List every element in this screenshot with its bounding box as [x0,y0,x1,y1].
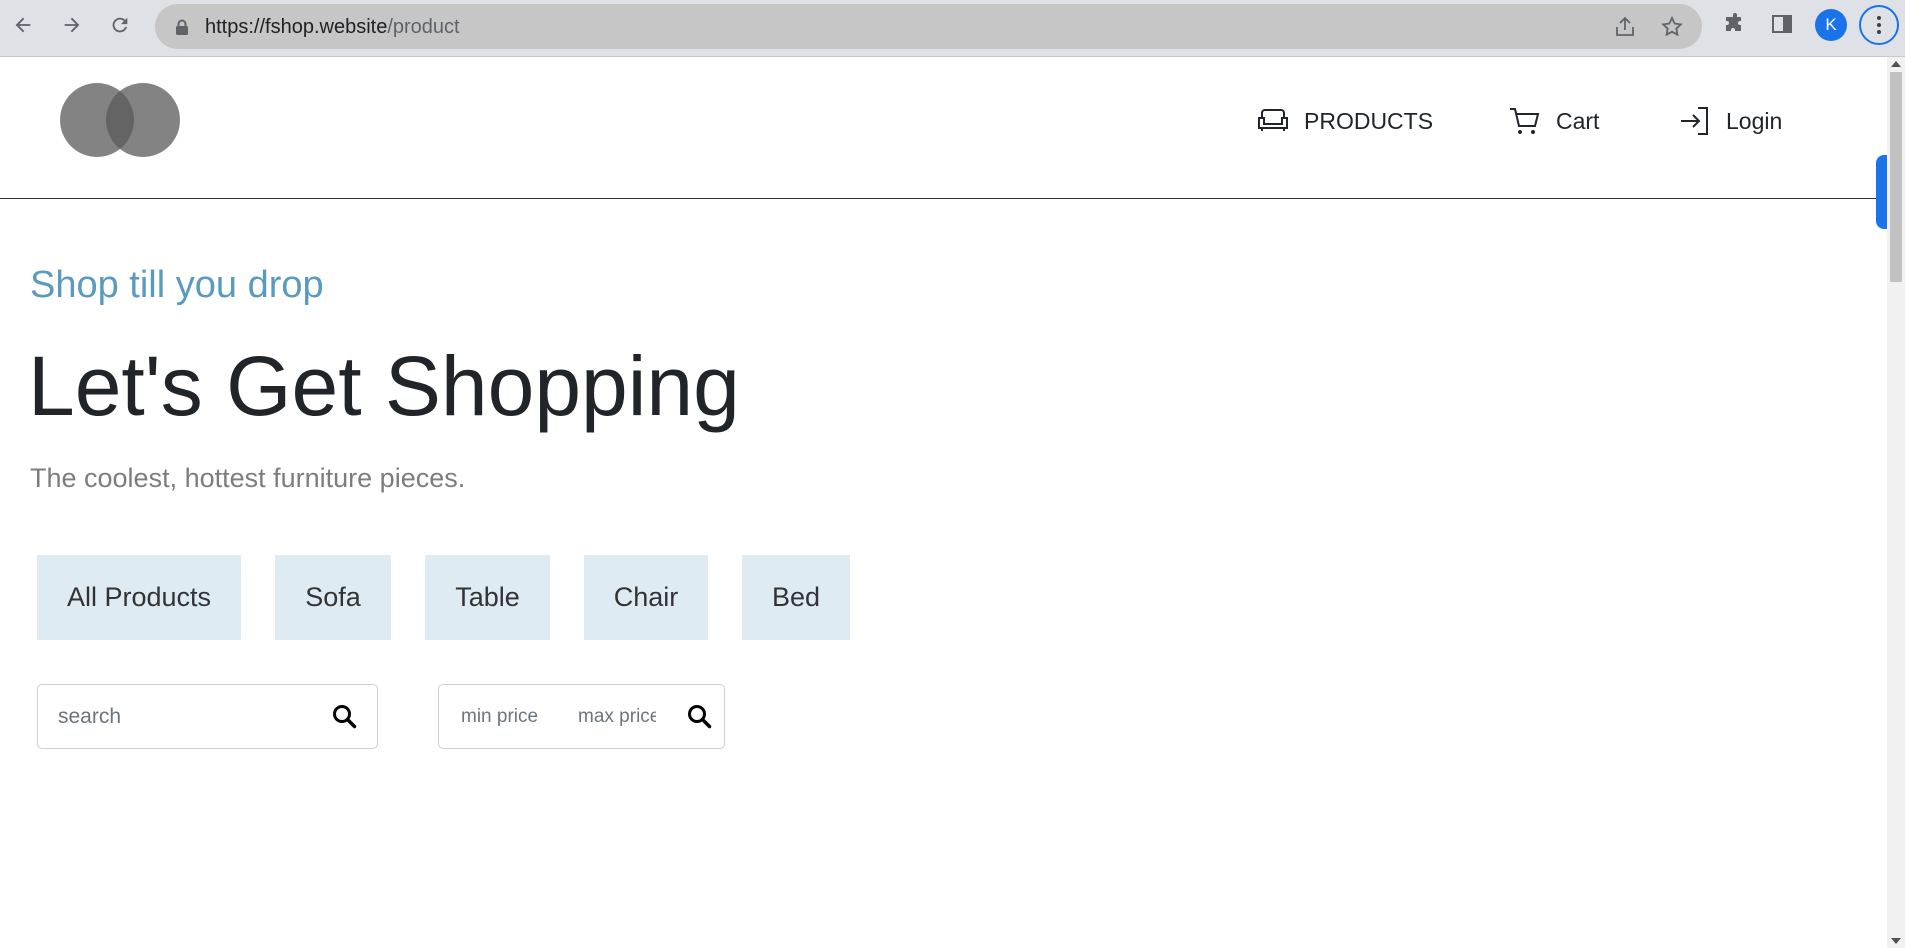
logo-circle-right [106,83,180,157]
category-bed-button[interactable]: Bed [742,555,850,640]
search-icon[interactable] [331,703,359,731]
reload-icon [112,17,128,33]
url-host: https://fshop.website [205,16,388,38]
nav-login-label: Login [1726,107,1783,134]
hero-subtitle: The coolest, hottest furniture pieces. [30,463,466,493]
max-price-input[interactable] [578,704,656,730]
site-logo[interactable] [60,83,182,157]
share-icon[interactable] [1613,15,1637,39]
extensions-icon[interactable] [1723,12,1747,36]
category-chair-button[interactable]: Chair [584,555,708,640]
nav-cart-label: Cart [1556,107,1600,134]
bookmark-star-icon[interactable] [1660,15,1684,39]
lock-icon [176,19,188,35]
category-sofa-button[interactable]: Sofa [275,555,391,640]
address-bar[interactable]: https://fshop.website/product [155,4,1702,49]
hero-tagline: Shop till you drop [30,264,324,306]
browser-toolbar: https://fshop.website/product K [0,0,1905,57]
category-all-products-button[interactable]: All Products [37,555,241,640]
back-button[interactable] [6,8,40,42]
scroll-down-arrow-icon[interactable] [1891,938,1901,944]
search-input[interactable] [58,702,298,732]
scroll-up-arrow-icon[interactable] [1891,61,1901,67]
page-viewport: PRODUCTS Cart Login Shop till you drop L… [0,57,1887,948]
hero-title: Let's Get Shopping [28,339,740,433]
page-scrollbar[interactable] [1887,57,1905,948]
nav-products-link[interactable]: PRODUCTS [1256,104,1433,138]
nav-login-link[interactable]: Login [1678,104,1782,138]
side-panel-tab[interactable] [1876,155,1887,229]
browser-menu-button[interactable] [1859,5,1899,45]
login-icon [1681,107,1708,135]
profile-avatar[interactable]: K [1815,9,1847,41]
nav-cart-link[interactable]: Cart [1508,104,1599,138]
search-box [37,684,378,749]
arrow-left-icon [15,17,31,33]
cart-icon [1510,108,1540,134]
price-search-icon[interactable] [686,703,714,731]
forward-button[interactable] [55,8,89,42]
kebab-menu-icon [1877,16,1881,34]
url-path: /product [387,16,460,38]
category-table-button[interactable]: Table [425,555,550,640]
sofa-icon [1258,109,1288,131]
site-header: PRODUCTS Cart Login [0,57,1887,199]
side-panel-icon[interactable] [1770,12,1794,36]
nav-products-label: PRODUCTS [1304,107,1434,134]
price-filter-box [438,684,725,749]
arrow-right-icon [64,17,80,33]
reload-button[interactable] [103,8,137,42]
scroll-thumb[interactable] [1890,72,1902,282]
min-price-input[interactable] [461,704,539,730]
url-text: https://fshop.website/product [205,16,460,39]
